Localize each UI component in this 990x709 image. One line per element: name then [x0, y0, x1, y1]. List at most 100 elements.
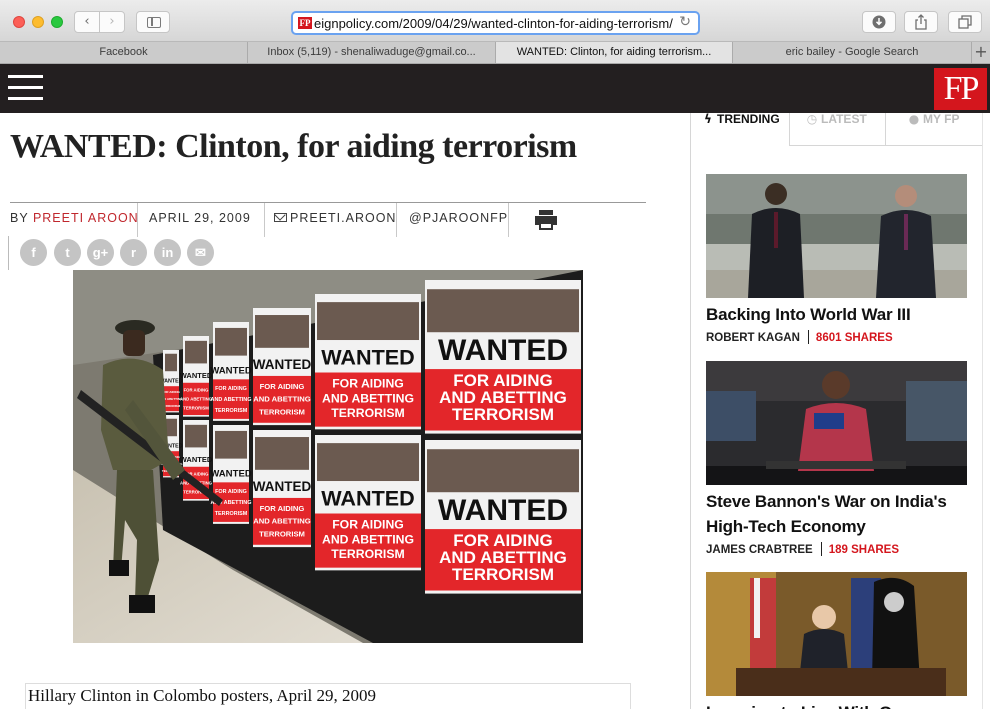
- tab-latest[interactable]: ◷ LATEST: [806, 113, 867, 146]
- sidebar-tabs-underline: [789, 145, 982, 146]
- story-2-image[interactable]: [706, 361, 967, 485]
- svg-text:AND ABETTING: AND ABETTING: [322, 532, 414, 546]
- svg-text:WANTED: WANTED: [210, 468, 252, 479]
- zoom-window-button[interactable]: [51, 16, 63, 28]
- tab-facebook[interactable]: Facebook: [0, 42, 248, 63]
- svg-text:WANTED: WANTED: [438, 334, 568, 367]
- url-text: eignpolicy.com/2009/04/29/wanted-clinton…: [314, 16, 673, 31]
- sidebar-toggle-button[interactable]: [136, 11, 170, 33]
- facebook-icon[interactable]: f: [20, 239, 47, 266]
- svg-text:FOR AIDING: FOR AIDING: [260, 504, 305, 513]
- download-icon: [872, 15, 886, 29]
- tab-my-fp[interactable]: ● MY FP: [908, 112, 960, 146]
- svg-text:WANTED: WANTED: [210, 365, 252, 376]
- sidebar-edge: [982, 113, 983, 709]
- svg-text:AND ABETTING: AND ABETTING: [253, 395, 310, 404]
- linkedin-icon[interactable]: in: [154, 239, 181, 266]
- reload-icon[interactable]: ↻: [679, 14, 691, 30]
- downloads-button[interactable]: [862, 11, 896, 33]
- svg-text:TERRORISM: TERRORISM: [259, 408, 305, 417]
- svg-text:WANTED: WANTED: [321, 344, 415, 369]
- menu-icon[interactable]: [8, 75, 43, 101]
- story-1-author[interactable]: ROBERT KAGAN: [706, 332, 800, 344]
- email-share-icon[interactable]: ✉: [187, 239, 214, 266]
- address-bar[interactable]: FP eignpolicy.com/2009/04/29/wanted-clin…: [291, 11, 700, 35]
- story-1-image[interactable]: [706, 174, 967, 298]
- svg-text:TERRORISM: TERRORISM: [215, 511, 248, 517]
- svg-text:FOR AIDING: FOR AIDING: [162, 390, 180, 394]
- story-2-title[interactable]: Steve Bannon's War on India's High-Tech …: [706, 489, 976, 539]
- story-2-shares: 189 SHARES: [828, 544, 900, 556]
- svg-text:TERRORISM: TERRORISM: [452, 565, 554, 584]
- story-1-shares: 8601 SHARES: [815, 332, 893, 344]
- author-link[interactable]: PREETI AROON: [33, 211, 139, 225]
- publish-date: APRIL 29, 2009: [149, 211, 251, 225]
- chevron-left-icon: ‹: [84, 14, 90, 29]
- svg-text:WANTED: WANTED: [253, 357, 312, 372]
- close-window-button[interactable]: [13, 16, 25, 28]
- story-3-image[interactable]: [706, 572, 967, 696]
- share-icon: [915, 14, 927, 30]
- story-3-title[interactable]: Learning to Live With Our: [706, 700, 976, 709]
- site-favicon: FP: [298, 17, 312, 29]
- lightning-icon: ϟ: [704, 112, 712, 126]
- svg-text:WANTED: WANTED: [253, 479, 312, 494]
- svg-text:AND ABETTING: AND ABETTING: [253, 517, 310, 526]
- user-icon: ●: [908, 112, 920, 126]
- byline-author: BY PREETI AROON: [10, 203, 139, 237]
- minimize-window-button[interactable]: [32, 16, 44, 28]
- tab-inbox[interactable]: Inbox (5,119) - shenaliwaduge@gmail.co..…: [248, 42, 496, 63]
- share-button[interactable]: [904, 11, 938, 33]
- svg-text:WANTED: WANTED: [321, 485, 415, 510]
- svg-text:AND ABETTING: AND ABETTING: [211, 397, 252, 403]
- story-1-title[interactable]: Backing Into World War III: [706, 302, 976, 327]
- svg-text:WANTED: WANTED: [180, 455, 213, 464]
- fp-logo[interactable]: FP: [934, 68, 987, 110]
- svg-text:FOR AIDING: FOR AIDING: [260, 382, 305, 391]
- svg-text:FOR AIDING: FOR AIDING: [215, 386, 247, 392]
- tab-trending[interactable]: ϟ TRENDING: [702, 113, 780, 146]
- svg-text:WANTED: WANTED: [438, 494, 568, 527]
- author-twitter-link[interactable]: @PJAROONFP: [409, 203, 508, 237]
- back-button[interactable]: ‹: [74, 11, 100, 33]
- svg-text:TERRORISM: TERRORISM: [331, 547, 404, 561]
- twitter-icon[interactable]: t: [54, 239, 81, 266]
- story-2-meta: JAMES CRABTREE 189 SHARES: [706, 542, 899, 556]
- svg-text:FOR AIDING: FOR AIDING: [184, 388, 210, 393]
- byline-bar: BY PREETI AROON APRIL 29, 2009 PREETI.AR…: [10, 202, 646, 237]
- byline-prefix: BY: [10, 211, 29, 225]
- photo-caption: Hillary Clinton in Colombo posters, Apri…: [25, 683, 631, 709]
- author-email-link[interactable]: PREETI.AROON: [274, 203, 396, 237]
- reddit-icon[interactable]: r: [120, 239, 147, 266]
- svg-text:FOR AIDING: FOR AIDING: [215, 489, 247, 495]
- google-plus-icon[interactable]: g+: [87, 239, 114, 266]
- site-header: FP: [0, 64, 990, 113]
- svg-text:TERRORISM: TERRORISM: [183, 405, 209, 410]
- envelope-icon: [274, 213, 287, 222]
- print-icon[interactable]: [535, 210, 557, 230]
- story-2-author[interactable]: JAMES CRABTREE: [706, 544, 813, 556]
- story-1-meta: ROBERT KAGAN 8601 SHARES: [706, 330, 893, 344]
- svg-text:FOR AIDING: FOR AIDING: [332, 376, 404, 390]
- svg-text:AND ABETTING: AND ABETTING: [180, 397, 213, 402]
- share-buttons: f t g+ r in ✉: [8, 236, 228, 270]
- clock-icon: ◷: [806, 112, 818, 126]
- sidebar-divider: [690, 113, 691, 709]
- svg-text:FOR AIDING: FOR AIDING: [332, 517, 404, 531]
- forward-button[interactable]: ›: [99, 11, 125, 33]
- article-headline: WANTED: Clinton, for aiding terrorism: [10, 128, 577, 165]
- chevron-right-icon: ›: [109, 14, 115, 29]
- browser-toolbar: ‹ › FP eignpolicy.com/2009/04/29/wanted-…: [0, 0, 990, 42]
- tab-wanted-clinton[interactable]: WANTED: Clinton, for aiding terrorism...: [496, 42, 733, 63]
- new-tab-button[interactable]: +: [972, 42, 990, 63]
- wanted-posters-image: WANTEDFOR AIDINGAND ABETTINGTERRORISMWAN…: [73, 270, 583, 643]
- svg-text:WANTED: WANTED: [180, 371, 213, 380]
- svg-text:TERRORISM: TERRORISM: [331, 406, 404, 420]
- show-all-tabs-button[interactable]: [948, 11, 982, 33]
- tabs-overview-icon: [958, 15, 972, 29]
- svg-text:AND ABETTING: AND ABETTING: [322, 391, 414, 405]
- svg-text:TERRORISM: TERRORISM: [215, 408, 248, 414]
- article-photo: WANTED FOR AIDING AND ABETTING TERRORISM WAN…: [73, 270, 583, 643]
- tab-google-search[interactable]: eric bailey - Google Search: [733, 42, 972, 63]
- svg-text:TERRORISM: TERRORISM: [452, 405, 554, 424]
